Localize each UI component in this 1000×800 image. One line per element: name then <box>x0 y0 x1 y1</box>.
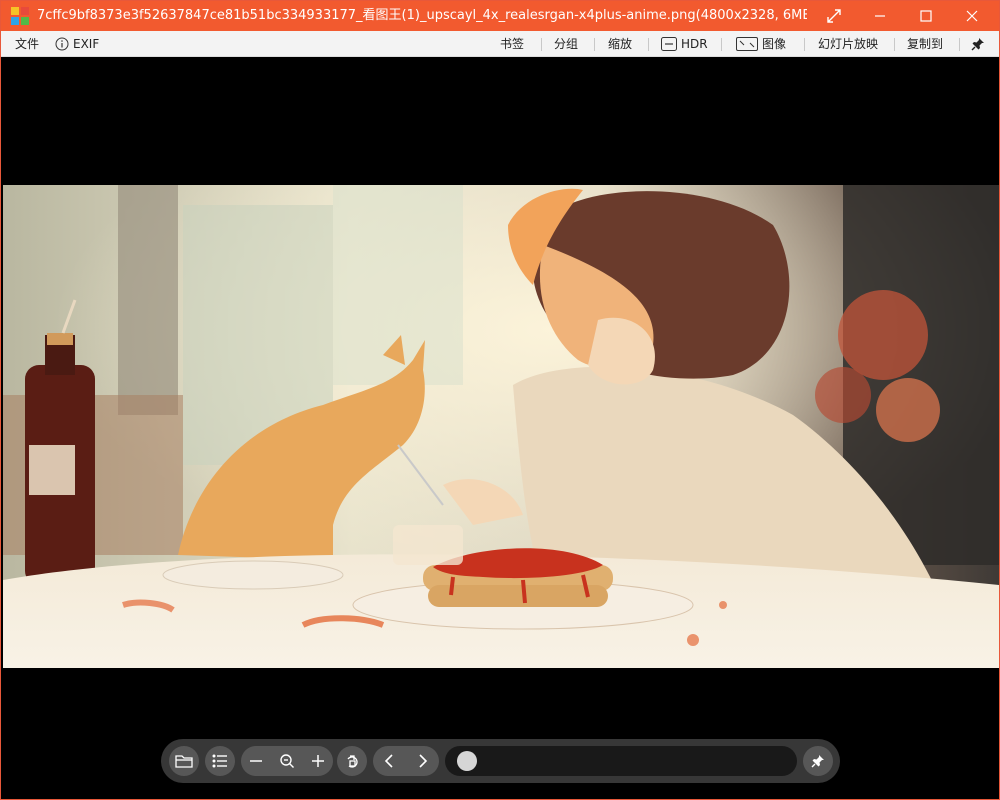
menu-zoom-label: 缩放 <box>608 37 633 51</box>
list-view-button[interactable] <box>205 746 235 776</box>
menu-bookmarks-label: 书签 <box>500 37 525 51</box>
open-folder-button[interactable] <box>169 746 199 776</box>
menu-hdr[interactable]: HDR <box>661 31 708 57</box>
menu-divider <box>959 38 960 51</box>
list-icon <box>212 754 227 768</box>
menu-divider <box>804 38 805 51</box>
menu-divider <box>541 38 542 51</box>
navigation-controls <box>373 746 439 776</box>
menu-slideshow[interactable]: 幻灯片放映 <box>818 31 878 57</box>
menu-group-label: 分组 <box>554 37 579 51</box>
hdr-icon <box>661 37 677 51</box>
menu-bookmarks[interactable]: 书签 <box>500 31 524 57</box>
folder-icon <box>175 755 193 768</box>
menu-copy-to[interactable]: 复制到 <box>907 31 943 57</box>
pin-icon <box>811 755 824 768</box>
menu-divider <box>894 38 895 51</box>
anime-girl-cat-pancakes-image <box>3 185 999 668</box>
menu-exif[interactable]: EXIF <box>55 31 99 57</box>
expand-icon <box>827 9 841 23</box>
bottom-toolbar <box>161 739 840 783</box>
image-viewer-window: 7cffc9bf8373e3f52637847ce81b51bc33493317… <box>0 0 1000 800</box>
menu-copy-to-label: 复制到 <box>907 37 944 51</box>
zoom-fit-button[interactable] <box>272 746 302 776</box>
chevron-right-icon <box>419 754 428 768</box>
zoom-out-button[interactable] <box>241 746 271 776</box>
rotate-icon <box>347 755 358 768</box>
menu-zoom[interactable]: 缩放 <box>608 31 632 57</box>
menu-file-label: 文件 <box>15 37 40 51</box>
zoom-in-icon <box>312 755 324 767</box>
window-title: 7cffc9bf8373e3f52637847ce81b51bc33493317… <box>37 8 807 23</box>
zoom-out-icon <box>250 760 262 762</box>
info-icon <box>55 37 69 51</box>
displayed-image <box>3 185 999 668</box>
maximize-button[interactable] <box>903 1 949 31</box>
slider-thumb[interactable] <box>457 751 477 771</box>
chevron-left-icon <box>384 754 393 768</box>
menu-hdr-label: HDR <box>681 37 708 51</box>
rotate-button[interactable] <box>337 746 367 776</box>
app-logo-icon <box>11 7 29 25</box>
magnifier-icon <box>280 754 294 768</box>
menu-divider <box>721 38 722 51</box>
close-icon <box>966 10 978 22</box>
image-canvas[interactable] <box>1 57 999 799</box>
pin-window-button[interactable] <box>971 31 985 57</box>
image-navigation-slider[interactable] <box>445 746 797 776</box>
previous-image-button[interactable] <box>373 746 405 776</box>
menu-divider <box>594 38 595 51</box>
minimize-icon <box>875 15 885 17</box>
title-bar[interactable]: 7cffc9bf8373e3f52637847ce81b51bc33493317… <box>1 1 999 31</box>
menu-divider <box>648 38 649 51</box>
menu-exif-label: EXIF <box>73 37 100 51</box>
fullscreen-button[interactable] <box>811 1 857 31</box>
menu-slideshow-label: 幻灯片放映 <box>818 37 879 51</box>
next-image-button[interactable] <box>407 746 439 776</box>
zoom-in-button[interactable] <box>303 746 333 776</box>
maximize-icon <box>920 10 932 22</box>
minimize-button[interactable] <box>857 1 903 31</box>
menu-image[interactable]: 图像 <box>736 31 786 57</box>
pin-toolbar-button[interactable] <box>803 746 833 776</box>
pin-icon <box>971 38 984 51</box>
menu-image-label: 图像 <box>762 37 787 51</box>
menu-file[interactable]: 文件 <box>15 31 39 57</box>
zoom-controls <box>241 746 333 776</box>
menu-bar: 文件 EXIF 书签 分组 缩放 HDR 图像 幻灯片放映 复制到 <box>1 31 999 57</box>
close-button[interactable] <box>949 1 995 31</box>
image-frame-icon <box>736 37 758 51</box>
menu-group[interactable]: 分组 <box>554 31 578 57</box>
